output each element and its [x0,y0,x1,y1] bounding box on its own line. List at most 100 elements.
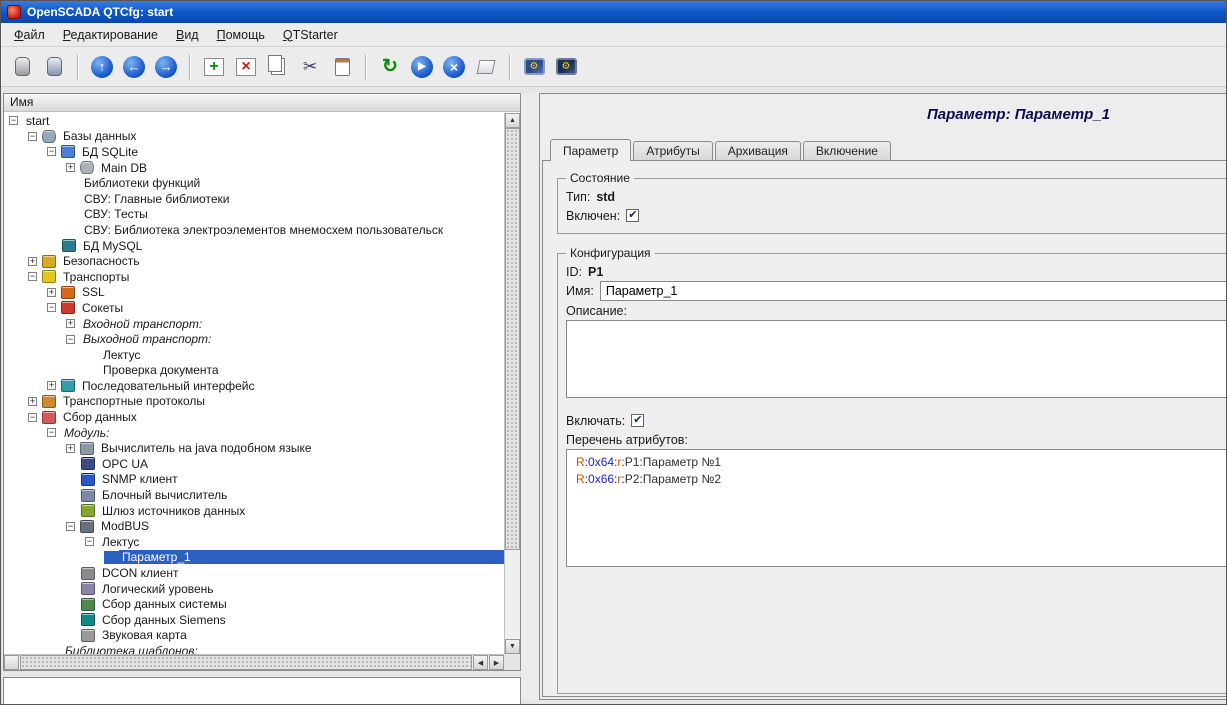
scroll-home-button[interactable] [4,655,19,670]
save-button[interactable] [39,52,69,82]
description-label: Описание: [566,304,1227,318]
tree-item[interactable]: Проверка документа [5,363,504,379]
expand-icon[interactable]: + [28,257,37,266]
tree-item[interactable]: Сбор данных Siemens [5,612,504,628]
tree-item[interactable]: SNMP клиент [5,472,504,488]
tree-item[interactable]: +Последовательный интерфейс [5,378,504,394]
back-button[interactable]: ← [119,52,149,82]
tree-item[interactable]: +Входной транспорт: [5,316,504,332]
tree-item[interactable]: −БД SQLite [5,144,504,160]
titlebar[interactable]: OpenSCADA QTCfg: start [1,1,1226,23]
expand-icon[interactable]: + [66,163,75,172]
panel-splitter[interactable] [521,93,539,700]
tree-branch-spacer [66,567,81,580]
collapse-icon[interactable]: − [28,132,37,141]
description-textarea[interactable] [566,320,1227,398]
window-title: OpenSCADA QTCfg: start [27,5,173,19]
collapse-icon[interactable]: − [85,537,94,546]
tree-item[interactable]: −Выходной транспорт: [5,331,504,347]
collapse-icon[interactable]: − [47,428,56,437]
tree-item-selected[interactable]: Параметр_1 [5,550,504,566]
tree-item[interactable]: DCON клиент [5,565,504,581]
tree-item[interactable]: +Транспортные протоколы [5,394,504,410]
tree-item[interactable]: +Вычислитель на java подобном языке [5,440,504,456]
collapse-icon[interactable]: − [47,147,56,156]
tab-parameter[interactable]: Параметр [550,139,631,161]
name-input[interactable] [600,281,1227,301]
tree-item[interactable]: СВУ: Библиотека электроэлементов мнемосх… [5,222,504,238]
tree-item[interactable]: СВУ: Главные библиотеки [5,191,504,207]
vertical-scrollbar[interactable]: ▲ ▼ [504,113,520,654]
tree-header: Имя [4,94,520,112]
tree-item[interactable]: −Лектус [5,534,504,550]
toolbar: ↑←→+×✂↻▶×⚙⚙ [1,47,1226,87]
collapse-icon[interactable]: − [66,522,75,531]
menu-item-qtstarter[interactable]: QTStarter [274,25,347,45]
refresh-button[interactable]: ↻ [375,52,405,82]
expand-icon[interactable]: + [66,444,75,453]
tree-item[interactable]: OPC UA [5,456,504,472]
stop-button[interactable]: × [439,52,469,82]
forward-button[interactable]: → [151,52,181,82]
expand-icon[interactable]: + [47,288,56,297]
tree-item[interactable]: −Сокеты [5,300,504,316]
menu-item-help[interactable]: Помощь [208,25,274,45]
copy-button[interactable] [263,52,293,82]
tree-item[interactable]: −Модуль: [5,425,504,441]
collapse-icon[interactable]: − [28,413,37,422]
up-button[interactable]: ↑ [87,52,117,82]
menu-item-file[interactable]: Файл [5,25,54,45]
tree-item[interactable]: −Сбор данных [5,409,504,425]
enabled-checkbox[interactable] [626,209,639,222]
menu-item-edit[interactable]: Редактирование [54,25,167,45]
collapse-icon[interactable]: − [28,272,37,281]
configurator-button[interactable]: ⚙ [519,52,549,82]
tree-item[interactable]: Логический уровень [5,581,504,597]
add-button[interactable]: + [199,52,229,82]
collapse-icon[interactable]: − [66,335,75,344]
expand-icon[interactable]: + [28,397,37,406]
tree-item[interactable]: −Базы данных [5,129,504,145]
tree-item[interactable]: −Транспорты [5,269,504,285]
delete-button[interactable]: × [231,52,261,82]
tree-item-label: СВУ: Главные библиотеки [81,192,232,206]
tab-attributes[interactable]: Атрибуты [633,141,712,160]
attribute-list[interactable]: R:0x64:r:P1:Параметр №1R:0x66:r:P2:Парам… [566,449,1227,567]
tree-item[interactable]: Звуковая карта [5,628,504,644]
scroll-down-icon[interactable]: ▼ [505,639,520,654]
tree-item[interactable]: −start [5,113,504,129]
scroll-left-icon[interactable]: ◀ [473,655,488,670]
tab-archiving[interactable]: Архивация [715,141,801,160]
cut-button[interactable]: ✂ [295,52,325,82]
collapse-icon[interactable]: − [9,116,18,125]
load-button[interactable] [7,52,37,82]
tree-item[interactable]: БД MySQL [5,238,504,254]
tree-item[interactable]: +Main DB [5,160,504,176]
tree-item[interactable]: Шлюз источников данных [5,503,504,519]
tree-item[interactable]: −ModBUS [5,518,504,534]
tree-item[interactable]: Блочный вычислитель [5,487,504,503]
tree-item[interactable]: +SSL [5,285,504,301]
expand-icon[interactable]: + [66,319,75,328]
scroll-up-icon[interactable]: ▲ [505,113,520,128]
clean-button[interactable] [471,52,501,82]
paste-button[interactable] [327,52,357,82]
horizontal-scrollbar[interactable]: ◀ ▶ [4,654,504,670]
expand-icon[interactable]: + [47,381,56,390]
tree-item[interactable]: +Безопасность [5,253,504,269]
tree-item[interactable]: Лектус [5,347,504,363]
tab-enable[interactable]: Включение [803,141,891,160]
vertical-scrollbar-thumb[interactable] [505,128,520,550]
tree-item[interactable]: Библиотека шаблонов: [5,643,504,654]
vision-button[interactable]: ⚙ [551,52,581,82]
tree-item[interactable]: СВУ: Тесты [5,207,504,223]
collapse-icon[interactable]: − [47,303,56,312]
scroll-right-icon[interactable]: ▶ [489,655,504,670]
sockets-icon [61,301,75,314]
tree-item[interactable]: Библиотеки функций [5,175,504,191]
start-button[interactable]: ▶ [407,52,437,82]
to-enable-checkbox[interactable] [631,414,644,427]
tree-item[interactable]: Сбор данных системы [5,596,504,612]
menu-item-view[interactable]: Вид [167,25,208,45]
horizontal-scrollbar-thumb[interactable] [20,655,472,670]
